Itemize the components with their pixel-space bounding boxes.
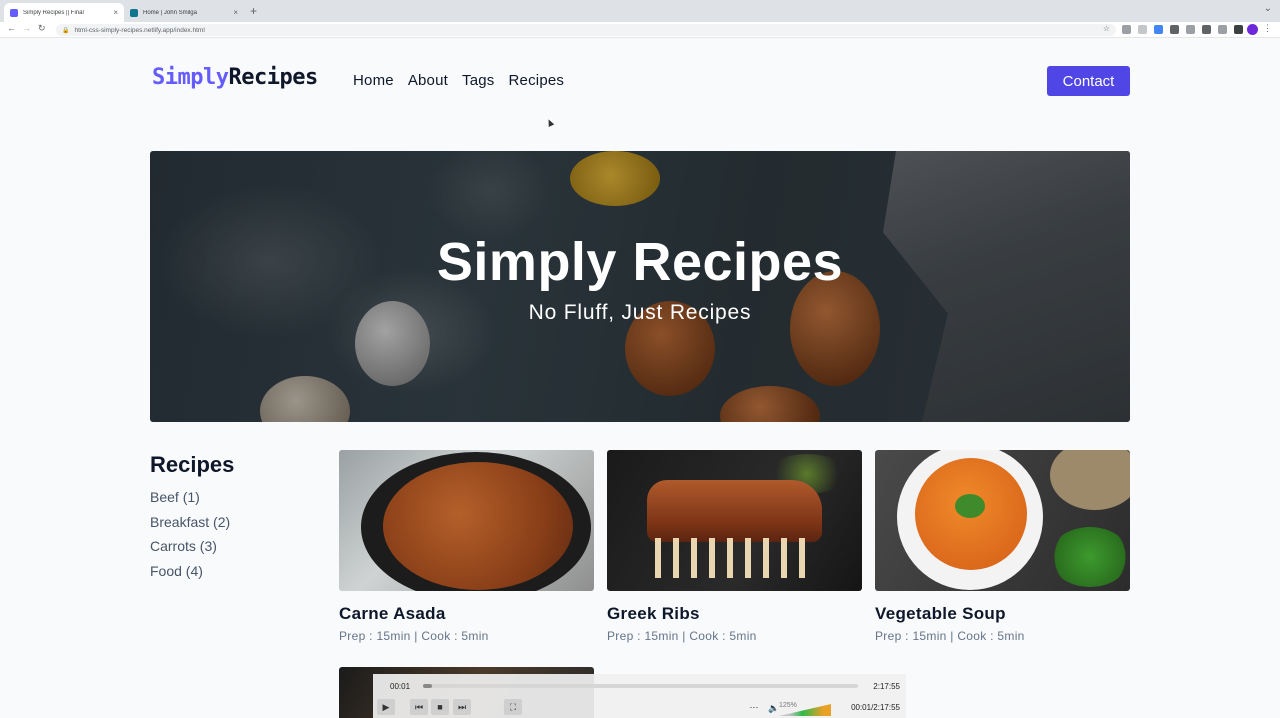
profile-avatar[interactable]: [1247, 24, 1258, 35]
recipe-card[interactable]: Carne Asada Prep : 15min | Cook : 5min: [339, 450, 594, 643]
address-bar[interactable]: 🔒 html-css-simply-recipes.netlify.app/in…: [56, 24, 1116, 36]
recipe-meta: Prep : 15min | Cook : 5min: [875, 629, 1025, 643]
extension-icon[interactable]: [1170, 25, 1179, 34]
extension-icon[interactable]: [1202, 25, 1211, 34]
extension-icon[interactable]: [1138, 25, 1147, 34]
recipe-image-greek-ribs[interactable]: [607, 450, 862, 591]
rib-rack-shape: [647, 480, 822, 542]
extension-icon[interactable]: [1154, 25, 1163, 34]
bookmark-star-icon[interactable]: ☆: [1103, 24, 1110, 33]
close-tab-icon[interactable]: ×: [113, 8, 118, 17]
recipe-meta: Prep : 15min | Cook : 5min: [339, 629, 489, 643]
seek-bar-fill: [423, 684, 432, 688]
tag-link-food[interactable]: Food (4): [150, 563, 230, 588]
extension-icon[interactable]: [1186, 25, 1195, 34]
close-tab-icon[interactable]: ×: [233, 8, 238, 17]
recipe-image-carne-asada[interactable]: [339, 450, 594, 591]
hero-subtitle: No Fluff, Just Recipes: [528, 301, 752, 324]
recipe-title[interactable]: Carne Asada: [339, 604, 594, 624]
total-time: 2:17:55: [873, 682, 900, 691]
volume-percent: 125%: [779, 702, 797, 709]
favicon-icon: [130, 8, 138, 17]
logo-part-1: Simply: [152, 65, 229, 90]
garnish-shape: [955, 494, 985, 518]
nav-link-home[interactable]: Home: [353, 72, 394, 89]
mouse-cursor-icon: [545, 118, 555, 127]
back-icon[interactable]: ←: [7, 23, 16, 33]
recipe-meta: Prep : 15min | Cook : 5min: [607, 629, 757, 643]
browser-toolbar: ← → ↻ 🔒 html-css-simply-recipes.netlify.…: [0, 22, 1280, 38]
tab-search-icon[interactable]: ⌄: [1264, 3, 1272, 14]
extension-icon[interactable]: [1122, 25, 1131, 34]
bread-shape: [1050, 450, 1130, 510]
lock-icon: 🔒: [62, 27, 70, 34]
recipes-sidebar-title: Recipes: [150, 452, 235, 477]
hero-title: Simply Recipes: [436, 232, 844, 292]
media-player-controls: 00:01 2:17:55 ▶ ⏮ ■ ⏭ ⛶ ⋯ 🔈 125% 00:01/2…: [373, 674, 906, 718]
stop-icon[interactable]: ■: [431, 699, 449, 715]
previous-icon[interactable]: ⏮: [410, 699, 428, 715]
reload-icon[interactable]: ↻: [38, 23, 46, 34]
recipe-title[interactable]: Vegetable Soup: [875, 604, 1130, 624]
tab-title: Home | John Smilga: [143, 9, 197, 16]
hero-banner: Simply Recipes No Fluff, Just Recipes: [150, 151, 1130, 422]
nav-link-tags[interactable]: Tags: [462, 72, 495, 89]
fullscreen-icon[interactable]: ⛶: [504, 699, 522, 715]
logo-part-2: Recipes: [228, 65, 318, 90]
new-tab-icon[interactable]: +: [250, 4, 257, 18]
recipe-title[interactable]: Greek Ribs: [607, 604, 862, 624]
url-text: html-css-simply-recipes.netlify.app/inde…: [74, 26, 205, 34]
meat-shape: [383, 462, 573, 590]
recipe-card[interactable]: Greek Ribs Prep : 15min | Cook : 5min: [607, 450, 862, 643]
browser-tab-active[interactable]: Simply Recipes || Final ×: [4, 3, 124, 22]
current-time: 00:01: [390, 682, 411, 691]
forward-icon[interactable]: →: [22, 23, 31, 33]
nav-link-about[interactable]: About: [408, 72, 448, 89]
contact-button[interactable]: Contact: [1047, 66, 1130, 96]
tag-link-breakfast[interactable]: Breakfast (2): [150, 514, 230, 539]
tag-list: Beef (1) Breakfast (2) Carrots (3) Food …: [150, 489, 230, 587]
playlist-icon[interactable]: ⋯: [745, 699, 763, 715]
next-icon[interactable]: ⏭: [453, 699, 471, 715]
favicon-icon: [10, 8, 18, 17]
extension-icon[interactable]: [1218, 25, 1227, 34]
rib-bones-shape: [655, 538, 815, 578]
browser-tabstrip: Simply Recipes || Final × Home | John Sm…: [0, 0, 1280, 22]
tag-link-beef[interactable]: Beef (1): [150, 489, 230, 514]
browser-menu-icon[interactable]: ⋮: [1263, 23, 1272, 34]
puzzle-extensions-icon[interactable]: [1234, 25, 1243, 34]
play-icon[interactable]: ▶: [377, 699, 395, 715]
recipe-card[interactable]: Vegetable Soup Prep : 15min | Cook : 5mi…: [875, 450, 1130, 643]
time-readout: 00:01/2:17:55: [851, 703, 900, 712]
site-logo[interactable]: SimplyRecipes: [152, 65, 318, 90]
tab-title: Simply Recipes || Final: [23, 9, 84, 16]
recipe-image-vegetable-soup[interactable]: [875, 450, 1130, 591]
seek-bar[interactable]: [423, 684, 858, 688]
main-nav: Home About Tags Recipes: [353, 72, 578, 89]
volume-icon[interactable]: 🔈: [768, 703, 779, 714]
nav-link-recipes[interactable]: Recipes: [509, 72, 565, 89]
browser-tab[interactable]: Home | John Smilga ×: [124, 3, 244, 22]
tag-link-carrots[interactable]: Carrots (3): [150, 538, 230, 563]
basil-shape: [1050, 527, 1130, 587]
